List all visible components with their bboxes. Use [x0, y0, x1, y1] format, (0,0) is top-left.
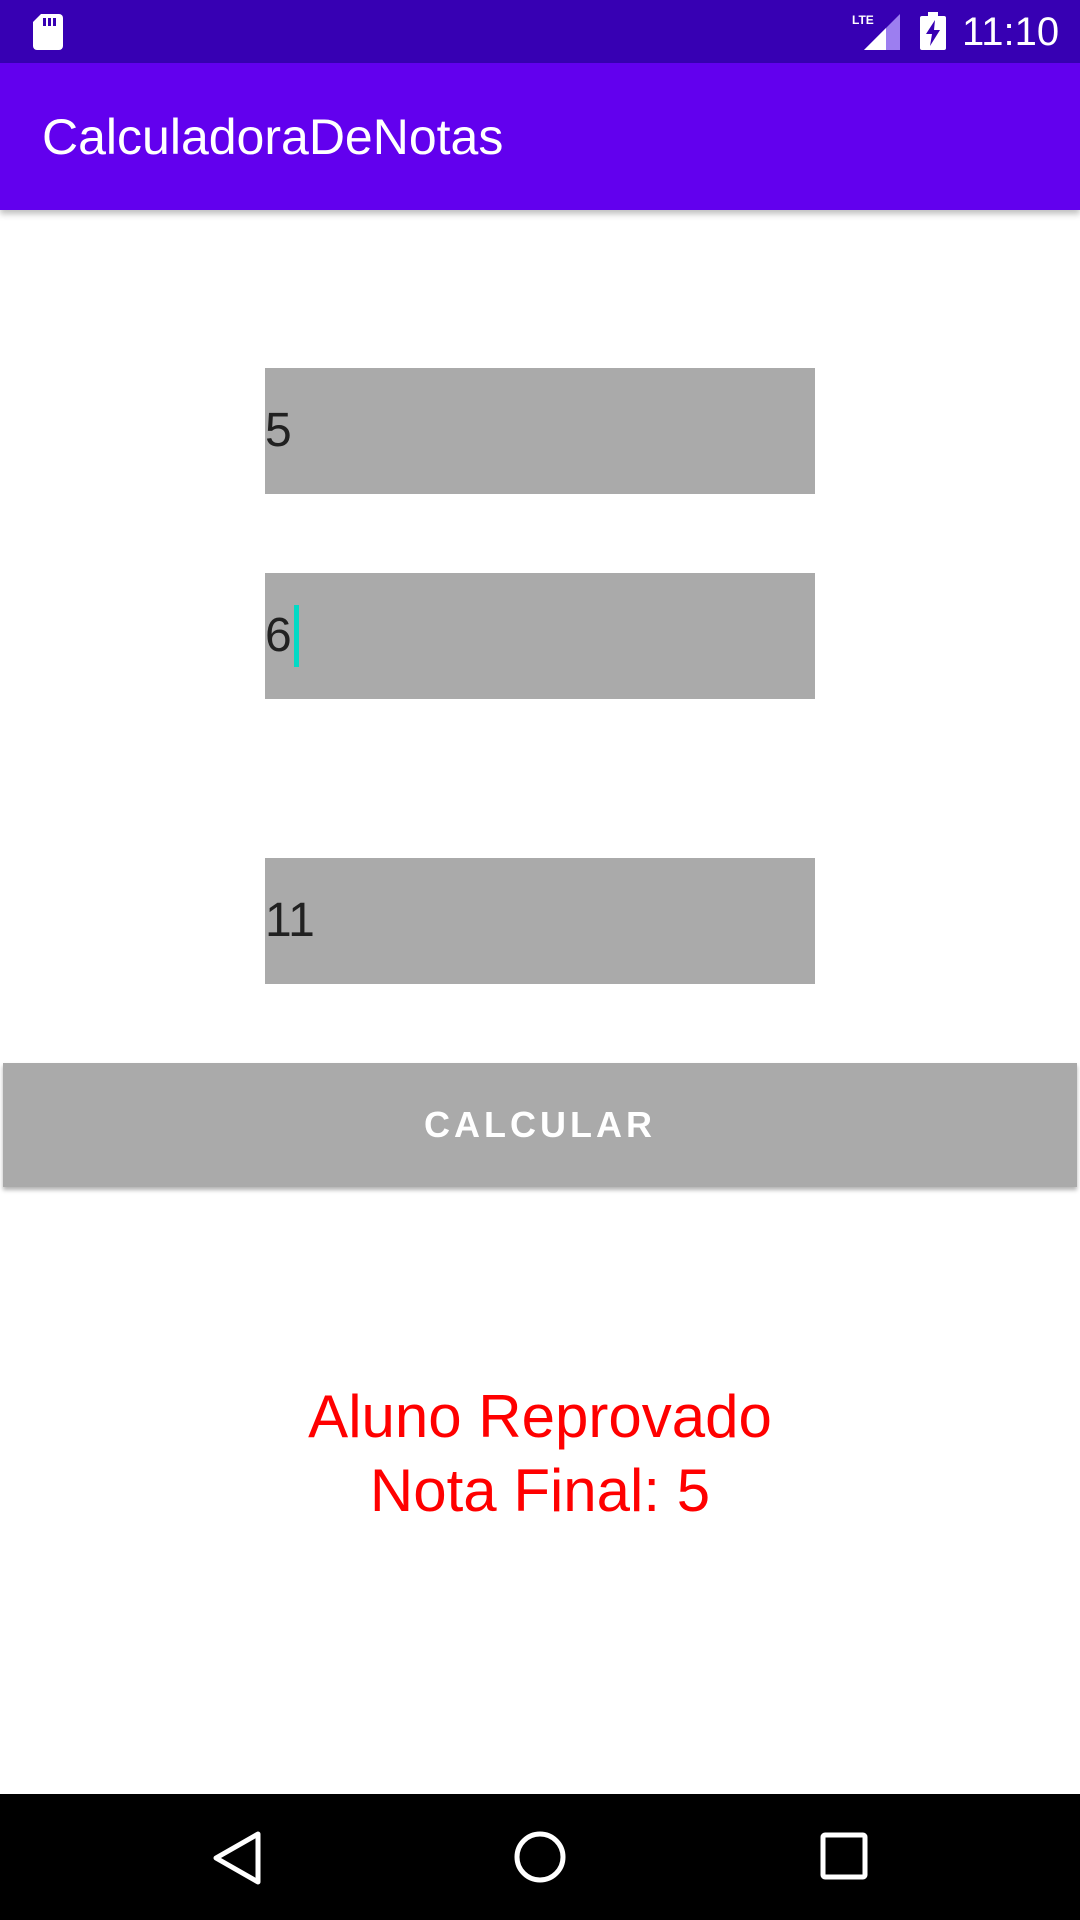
battery-charging-icon: [920, 12, 946, 50]
recents-icon[interactable]: [820, 1832, 868, 1880]
network-label: LTE: [852, 13, 874, 27]
lte-signal-icon: LTE: [852, 13, 900, 50]
sd-card-icon: [33, 14, 63, 50]
back-icon[interactable]: [210, 1830, 266, 1886]
navigation-bar: [0, 1794, 1080, 1920]
result-status: Aluno Reprovado: [308, 1383, 772, 1450]
screen: LTE 11:10 CalculadoraDeNotas 5 6 11 CALC…: [0, 0, 1080, 1920]
grade-3-input[interactable]: 11: [265, 858, 815, 984]
app-bar: CalculadoraDeNotas: [0, 63, 1080, 210]
clock: 11:10: [962, 10, 1060, 54]
grade-3-value: 11: [265, 894, 315, 947]
grade-1-value: 5: [265, 404, 292, 457]
home-icon[interactable]: [513, 1830, 567, 1884]
calculate-button[interactable]: CALCULAR: [3, 1063, 1077, 1187]
result-final-grade: Nota Final: 5: [369, 1457, 711, 1524]
grade-2-input[interactable]: 6: [265, 573, 815, 699]
status-bar: LTE 11:10: [0, 0, 1080, 63]
text-cursor: [293, 605, 299, 667]
app-title: CalculadoraDeNotas: [42, 109, 504, 165]
grade-1-input[interactable]: 5: [265, 368, 815, 494]
grade-2-value: 6: [265, 609, 292, 662]
result-text: Aluno Reprovado Nota Final: 5: [0, 1380, 1080, 1528]
